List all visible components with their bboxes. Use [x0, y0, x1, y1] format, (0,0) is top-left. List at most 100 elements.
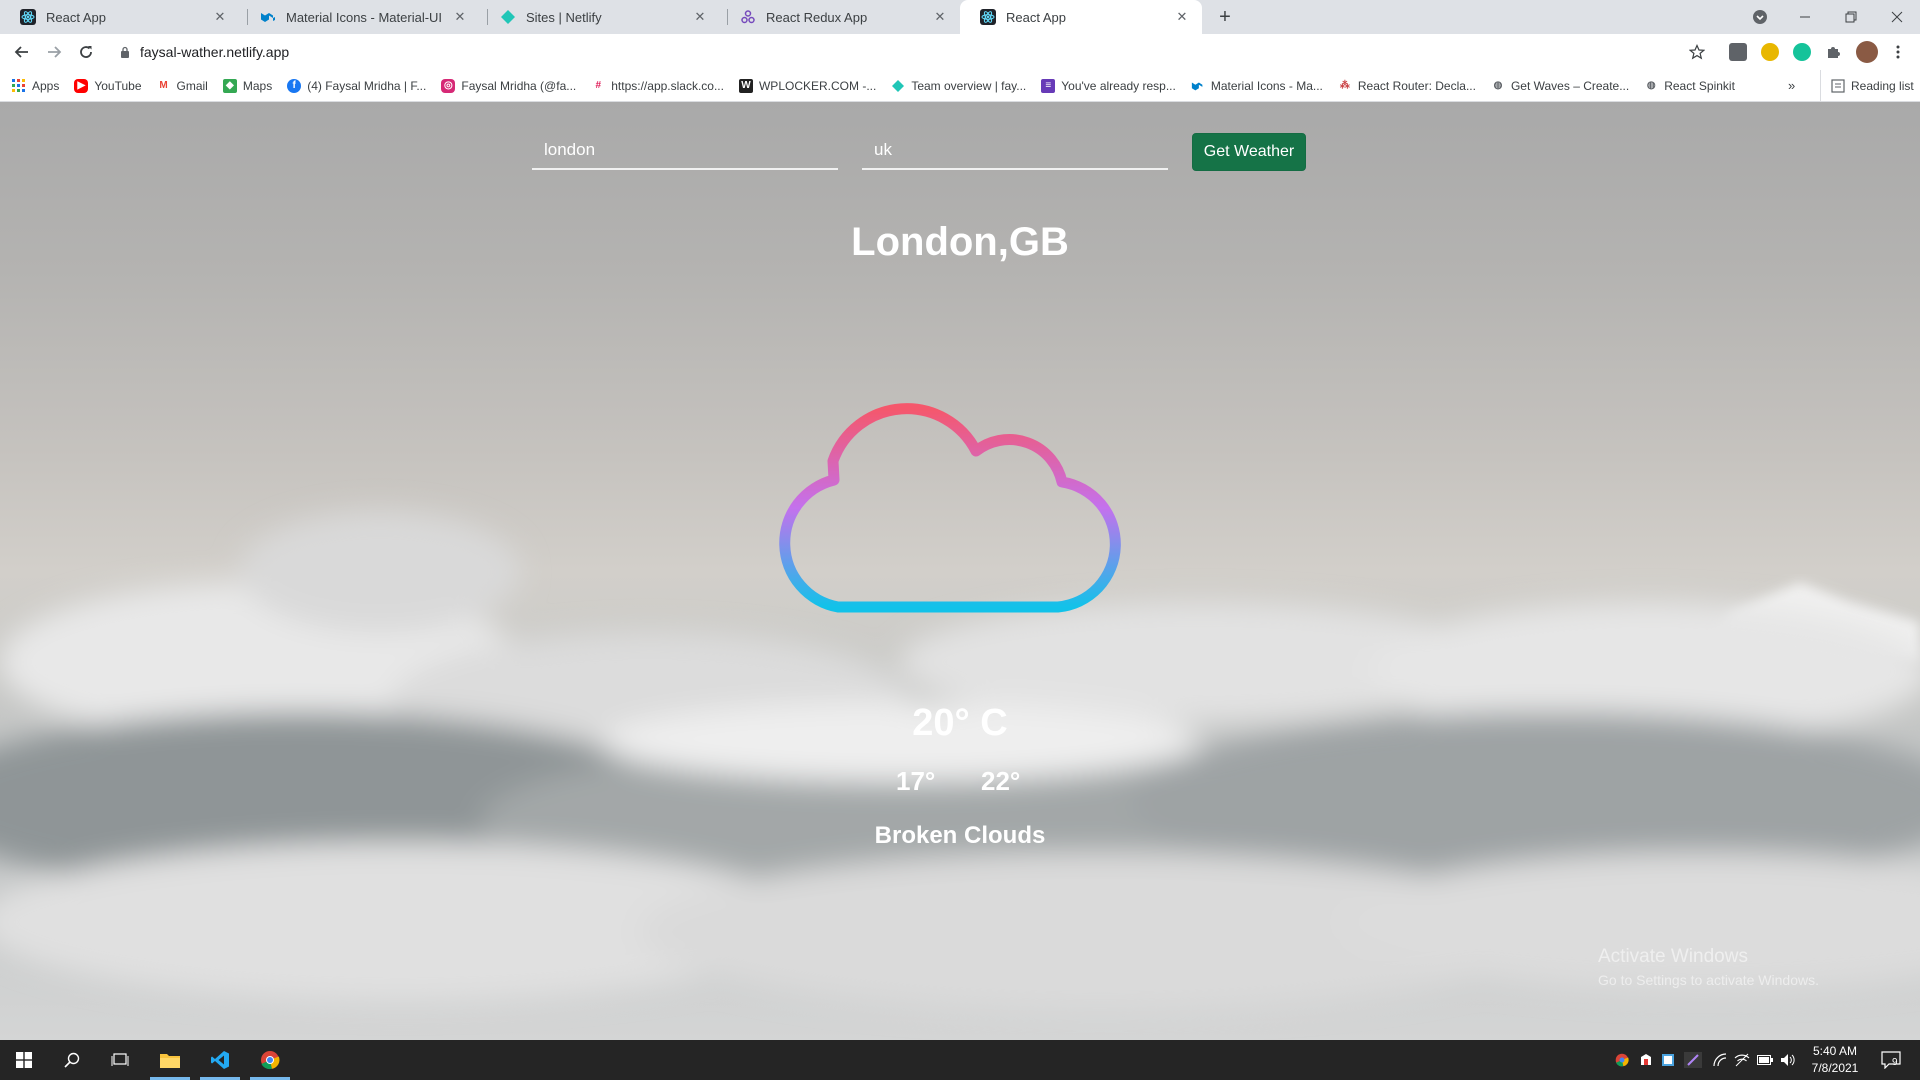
material-ui-icon [260, 9, 276, 25]
globe-icon: ◍ [1493, 80, 1503, 91]
apps-grid-icon [12, 78, 26, 93]
bookmark-label: YouTube [94, 78, 142, 93]
activate-windows-watermark: Activate Windows Go to Settings to activ… [1598, 946, 1819, 988]
bookmark-label: (4) Faysal Mridha | F... [307, 78, 427, 93]
more-menu-icon[interactable] [1886, 40, 1910, 64]
bookmark-label: Maps [242, 78, 273, 93]
bookmark-instagram[interactable]: ◎ Faysal Mridha (@fa... [441, 78, 577, 93]
get-weather-button[interactable]: Get Weather [1192, 133, 1306, 171]
lock-icon[interactable] [120, 46, 130, 58]
close-window-icon[interactable] [1874, 0, 1920, 34]
bookmark-label: WPLOCKER.COM -... [758, 78, 877, 93]
forms-icon: ≡ [1041, 78, 1056, 93]
security-tray-icon[interactable] [1638, 1052, 1654, 1068]
address-bar[interactable]: faysal-wather.netlify.app [108, 38, 1708, 66]
maps-icon: ◆ [222, 78, 237, 93]
bookmark-team-overview[interactable]: Team overview | fay... [891, 79, 1026, 93]
bookmark-label: You've already resp... [1061, 78, 1176, 93]
weather-description: Broken Clouds [874, 822, 1046, 849]
profile-avatar[interactable] [1856, 41, 1878, 63]
windows-taskbar: 5:40 AM 7/8/2021 9 [0, 1040, 1920, 1080]
minimize-icon[interactable] [1782, 0, 1828, 34]
grammarly-icon[interactable] [1793, 43, 1811, 61]
close-icon[interactable]: ✕ [212, 9, 228, 25]
close-icon[interactable]: ✕ [1174, 9, 1190, 25]
extensions-puzzle-icon[interactable] [1821, 40, 1845, 64]
reading-list-button[interactable]: Reading list [1820, 70, 1914, 102]
bookmark-label: React Spinkit [1664, 78, 1735, 93]
chrome-tray-icon[interactable] [1614, 1052, 1630, 1068]
min-temperature: 17° [896, 766, 936, 796]
bookmark-star-icon[interactable] [1685, 40, 1709, 64]
bookmarks-overflow-button[interactable]: » [1788, 78, 1795, 93]
tab-react-redux-app[interactable]: React Redux App ✕ [720, 0, 960, 34]
weather-page: Get Weather London,GB 20° C 17° 22° Brok… [0, 102, 1920, 1040]
app-tray-icon[interactable] [1660, 1052, 1676, 1068]
netlify-icon [500, 9, 516, 25]
task-view-icon[interactable] [96, 1040, 144, 1080]
bookmark-label: React Router: Decla... [1357, 78, 1476, 93]
bookmark-slack[interactable]: # https://app.slack.co... [591, 79, 724, 93]
bookmark-label: Gmail [176, 78, 208, 93]
notification-center-icon[interactable]: 9 [1880, 1050, 1902, 1070]
pen-tray-icon[interactable] [1684, 1052, 1702, 1068]
system-clock[interactable]: 5:40 AM 7/8/2021 [1794, 1043, 1876, 1077]
react-icon [980, 9, 996, 25]
network-icon[interactable] [1712, 1052, 1728, 1068]
search-icon[interactable] [48, 1040, 96, 1080]
youtube-icon: ▶ [74, 78, 89, 93]
clock-date: 7/8/2021 [1811, 1061, 1859, 1075]
close-icon[interactable]: ✕ [452, 9, 468, 25]
redux-icon [740, 9, 756, 25]
notification-count: 9 [1892, 1057, 1898, 1068]
wifi-off-icon[interactable] [1734, 1052, 1750, 1068]
battery-icon[interactable] [1757, 1052, 1773, 1068]
tab-react-app-active[interactable]: React App ✕ [960, 0, 1202, 34]
slack-icon: # [595, 80, 602, 91]
vscode-icon[interactable] [196, 1040, 244, 1080]
bookmark-react-router[interactable]: ⁂ React Router: Decla... [1338, 79, 1476, 93]
bookmark-label: Apps [32, 78, 60, 93]
restore-icon[interactable] [1828, 0, 1874, 34]
file-explorer-icon[interactable] [146, 1040, 194, 1080]
forward-icon[interactable] [42, 40, 66, 64]
eyedropper-extension-icon[interactable] [1729, 43, 1747, 61]
extension-yellow-icon[interactable] [1761, 43, 1779, 61]
country-input[interactable] [862, 132, 1168, 170]
city-input[interactable] [532, 132, 838, 170]
watermark-title: Activate Windows [1598, 946, 1748, 967]
bookmark-label: Faysal Mridha (@fa... [461, 78, 577, 93]
reading-list-icon [1831, 79, 1845, 93]
bookmark-label: https://app.slack.co... [611, 78, 724, 93]
new-tab-button[interactable]: + [1213, 5, 1237, 29]
bookmark-apps[interactable]: Apps [12, 78, 60, 93]
windows-start-icon[interactable] [0, 1040, 48, 1080]
bookmark-label: Get Waves – Create... [1510, 78, 1630, 93]
watermark-subtitle: Go to Settings to activate Windows. [1598, 972, 1819, 988]
bookmark-react-spinkit[interactable]: ◍ React Spinkit [1644, 79, 1735, 93]
tab-label: Sites | Netlify [526, 9, 602, 25]
close-icon[interactable]: ✕ [692, 9, 708, 25]
tab-material-icons[interactable]: Material Icons - Material-UI ✕ [240, 0, 480, 34]
bookmark-maps[interactable]: ◆ Maps [222, 78, 273, 93]
tab-search-icon[interactable] [1738, 0, 1782, 34]
back-icon[interactable] [10, 40, 34, 64]
reading-list-label: Reading list [1851, 79, 1914, 93]
tab-react-app-1[interactable]: React App ✕ [0, 0, 240, 34]
tab-netlify-sites[interactable]: Sites | Netlify ✕ [480, 0, 720, 34]
bookmark-wplocker[interactable]: W WPLOCKER.COM -... [738, 78, 877, 93]
bookmarks-bar: Apps ▶ YouTube M Gmail ◆ Maps f (4) Fays… [0, 70, 1920, 102]
cloud-icon [779, 403, 1121, 613]
gmail-icon: M [159, 80, 168, 91]
chrome-icon[interactable] [246, 1040, 294, 1080]
close-icon[interactable]: ✕ [932, 9, 948, 25]
bookmark-facebook[interactable]: f (4) Faysal Mridha | F... [287, 78, 427, 93]
bookmark-youtube[interactable]: ▶ YouTube [74, 78, 142, 93]
wplocker-icon: W [738, 78, 753, 93]
reload-icon[interactable] [74, 40, 98, 64]
tab-label: React Redux App [766, 9, 868, 25]
bookmark-forms[interactable]: ≡ You've already resp... [1041, 78, 1176, 93]
bookmark-get-waves[interactable]: ◍ Get Waves – Create... [1491, 78, 1630, 93]
bookmark-material-icons[interactable]: Material Icons - Ma... [1191, 79, 1323, 93]
bookmark-gmail[interactable]: M Gmail [157, 79, 208, 93]
